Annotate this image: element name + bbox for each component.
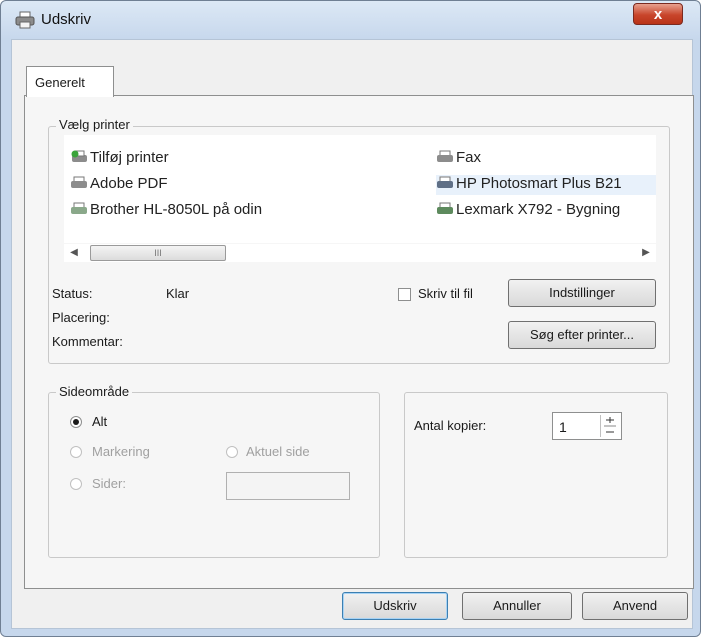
printer-icon	[15, 11, 35, 29]
tab-label: Generelt	[35, 75, 85, 90]
printer-name: Lexmark X792 - Bygning	[456, 201, 621, 218]
printer-name: Tilføj printer	[90, 149, 169, 166]
copies-group	[404, 392, 668, 558]
printer-item-hp[interactable]: HP Photosmart Plus B21	[436, 175, 656, 195]
printer-item-fax[interactable]: Fax	[436, 149, 481, 169]
comment-label: Kommentar:	[52, 334, 123, 349]
pages-input	[226, 472, 350, 500]
fax-icon	[437, 150, 453, 162]
printer-name: Brother HL-8050L på odin	[90, 201, 263, 218]
cancel-button[interactable]: Annuller	[462, 592, 572, 620]
print-button[interactable]: Udskriv	[342, 592, 448, 620]
scroll-left-arrow[interactable]: ◀	[66, 245, 82, 261]
current-page-label: Aktuel side	[246, 444, 310, 459]
printer-name: HP Photosmart Plus B21	[456, 175, 622, 192]
apply-button[interactable]: Anvend	[582, 592, 688, 620]
window-title: Udskriv	[41, 11, 92, 28]
all-radio[interactable]	[70, 416, 82, 428]
copies-spinbox[interactable]: 1	[552, 412, 622, 440]
print-to-file-checkbox[interactable]	[398, 288, 411, 301]
scroll-thumb[interactable]: III	[90, 245, 226, 261]
copies-spinner[interactable]	[600, 415, 619, 437]
printer-list-scrollbar[interactable]: ◀ III ▶	[64, 244, 656, 262]
print-to-file-label[interactable]: Skriv til fil	[418, 286, 473, 301]
all-label[interactable]: Alt	[92, 414, 107, 429]
close-button[interactable]: x	[633, 3, 683, 25]
printer-item-brother[interactable]: Brother HL-8050L på odin	[70, 201, 262, 221]
copies-label: Antal kopier:	[414, 418, 487, 433]
location-label: Placering:	[52, 310, 110, 325]
printer-list[interactable]: Tilføj printer Adobe PDF Brother HL-8050…	[64, 135, 656, 243]
selection-label: Markering	[92, 444, 150, 459]
current-page-radio	[226, 446, 238, 458]
tab-generelt[interactable]: Generelt	[26, 66, 114, 97]
printer-name: Fax	[456, 149, 482, 166]
pages-label: Sider:	[92, 476, 126, 491]
printer-icon	[71, 176, 87, 188]
select-printer-legend: Vælg printer	[56, 117, 133, 132]
printer-icon	[437, 176, 453, 188]
network-printer-icon	[71, 202, 87, 214]
pages-radio	[70, 478, 82, 490]
network-printer-icon	[437, 202, 453, 214]
status-label: Status:	[52, 286, 93, 301]
page-range-legend: Sideområde	[56, 384, 133, 399]
selection-radio	[70, 446, 82, 458]
scroll-thumb-grip: III	[154, 248, 162, 258]
title-bar[interactable]: Udskriv x	[1, 1, 700, 39]
find-printer-button[interactable]: Søg efter printer...	[508, 321, 656, 349]
printer-item-adobe-pdf[interactable]: Adobe PDF	[70, 175, 168, 195]
status-value: Klar	[166, 286, 190, 301]
spin-arrows-icon	[604, 417, 616, 433]
settings-button[interactable]: Indstillinger	[508, 279, 656, 307]
printer-item-add[interactable]: Tilføj printer	[70, 149, 169, 169]
printer-name: Adobe PDF	[90, 175, 168, 192]
add-printer-icon	[71, 150, 87, 162]
copies-value: 1	[559, 419, 567, 435]
printer-item-lexmark[interactable]: Lexmark X792 - Bygning	[436, 201, 620, 221]
scroll-right-arrow[interactable]: ▶	[638, 245, 654, 261]
